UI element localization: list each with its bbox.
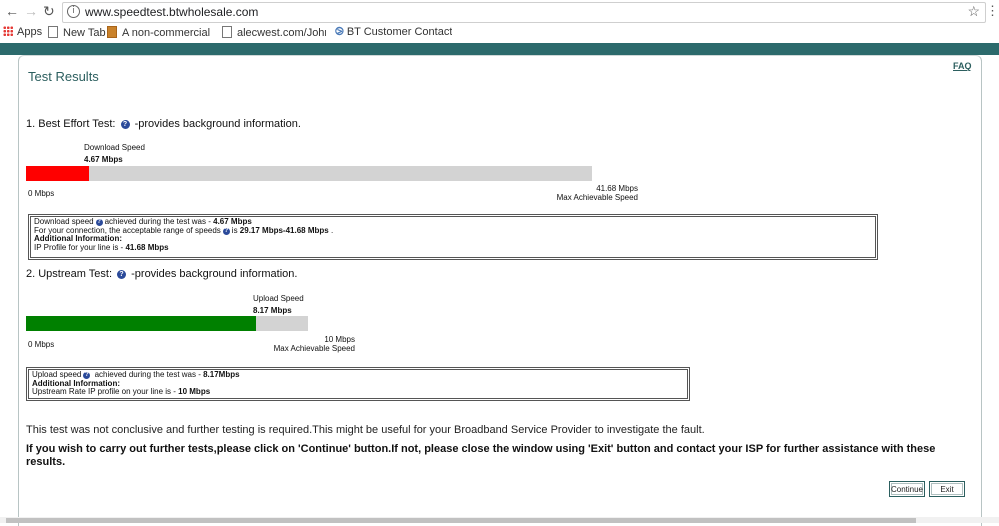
bookmark-non-commercial[interactable]: A non-commercial se [107,26,212,39]
download-speed-value: 4.67 Mbps [84,155,123,164]
horizontal-scrollbar[interactable] [0,517,999,523]
download-min-label: 0 Mbps [28,189,55,198]
site-info-icon[interactable]: i [67,5,80,18]
download-speed-label: Download Speed [84,143,145,152]
upload-speed-value: 8.17 Mbps [253,306,292,315]
page-icon [48,26,58,38]
page-icon [222,26,232,38]
download-info-box: Download speed? achieved during the test … [28,214,878,260]
help-icon[interactable]: ? [222,227,230,235]
download-speed-fill [26,166,90,181]
download-speed-bar [26,166,592,181]
download-max-label: 41.68 Mbps Max Achievable Speed [500,184,638,202]
bookmark-bt-customer-contact[interactable]: ⧁ BT Customer Contact [335,26,452,39]
instruction-text: If you wish to carry out further tests,p… [26,443,936,468]
upload-info-box: Upload speed? achieved during the test w… [26,367,690,401]
apps-grid-icon [3,26,13,36]
result-note: This test was not conclusive and further… [26,424,705,436]
continue-button[interactable]: Continue [889,481,925,497]
help-icon[interactable]: ? [117,270,127,279]
url-text[interactable]: www.speedtest.btwholesale.com [85,5,258,19]
header-band [0,43,999,55]
upload-speed-fill [26,316,257,331]
browser-chrome: ← → ↻ i www.speedtest.btwholesale.com ☆ … [0,0,999,44]
bookmark-image-icon [107,26,117,38]
upload-test-heading: 2. Upstream Test: ? -provides background… [26,268,298,280]
bookmark-apps[interactable]: Apps [3,26,42,38]
download-test-heading: 1. Best Effort Test: ? -provides backgro… [26,118,301,130]
faq-link[interactable]: FAQ [953,61,972,71]
download-max-caption: Max Achievable Speed [556,193,638,202]
exit-button[interactable]: Exit [929,481,965,497]
scrollbar-thumb[interactable] [6,518,916,523]
page-title: Test Results [28,69,99,84]
back-arrow-icon[interactable]: ← [5,3,19,19]
bookmark-alecwest[interactable]: alecwest.com/JohnTit [222,26,326,39]
bookmarks-bar: Apps New Tab A non-commercial se alecwes… [0,24,999,42]
menu-icon[interactable]: ⋮ [986,3,999,19]
upload-max-caption: Max Achievable Speed [273,344,355,353]
bt-icon: ⧁ [335,26,344,38]
upload-max-value: 10 Mbps [324,335,355,344]
bookmark-star-icon[interactable]: ☆ [967,3,980,20]
forward-arrow-icon[interactable]: → [24,3,38,19]
help-icon[interactable]: ? [120,120,130,129]
address-bar[interactable]: i www.speedtest.btwholesale.com ☆ [62,2,986,23]
upload-max-label: 10 Mbps Max Achievable Speed [220,335,355,353]
bookmark-new-tab[interactable]: New Tab [48,26,106,39]
reload-icon[interactable]: ↻ [43,3,55,19]
upload-speed-bar [26,316,308,331]
download-max-value: 41.68 Mbps [596,184,638,193]
upload-min-label: 0 Mbps [28,340,55,349]
upload-speed-label: Upload Speed [253,294,304,303]
